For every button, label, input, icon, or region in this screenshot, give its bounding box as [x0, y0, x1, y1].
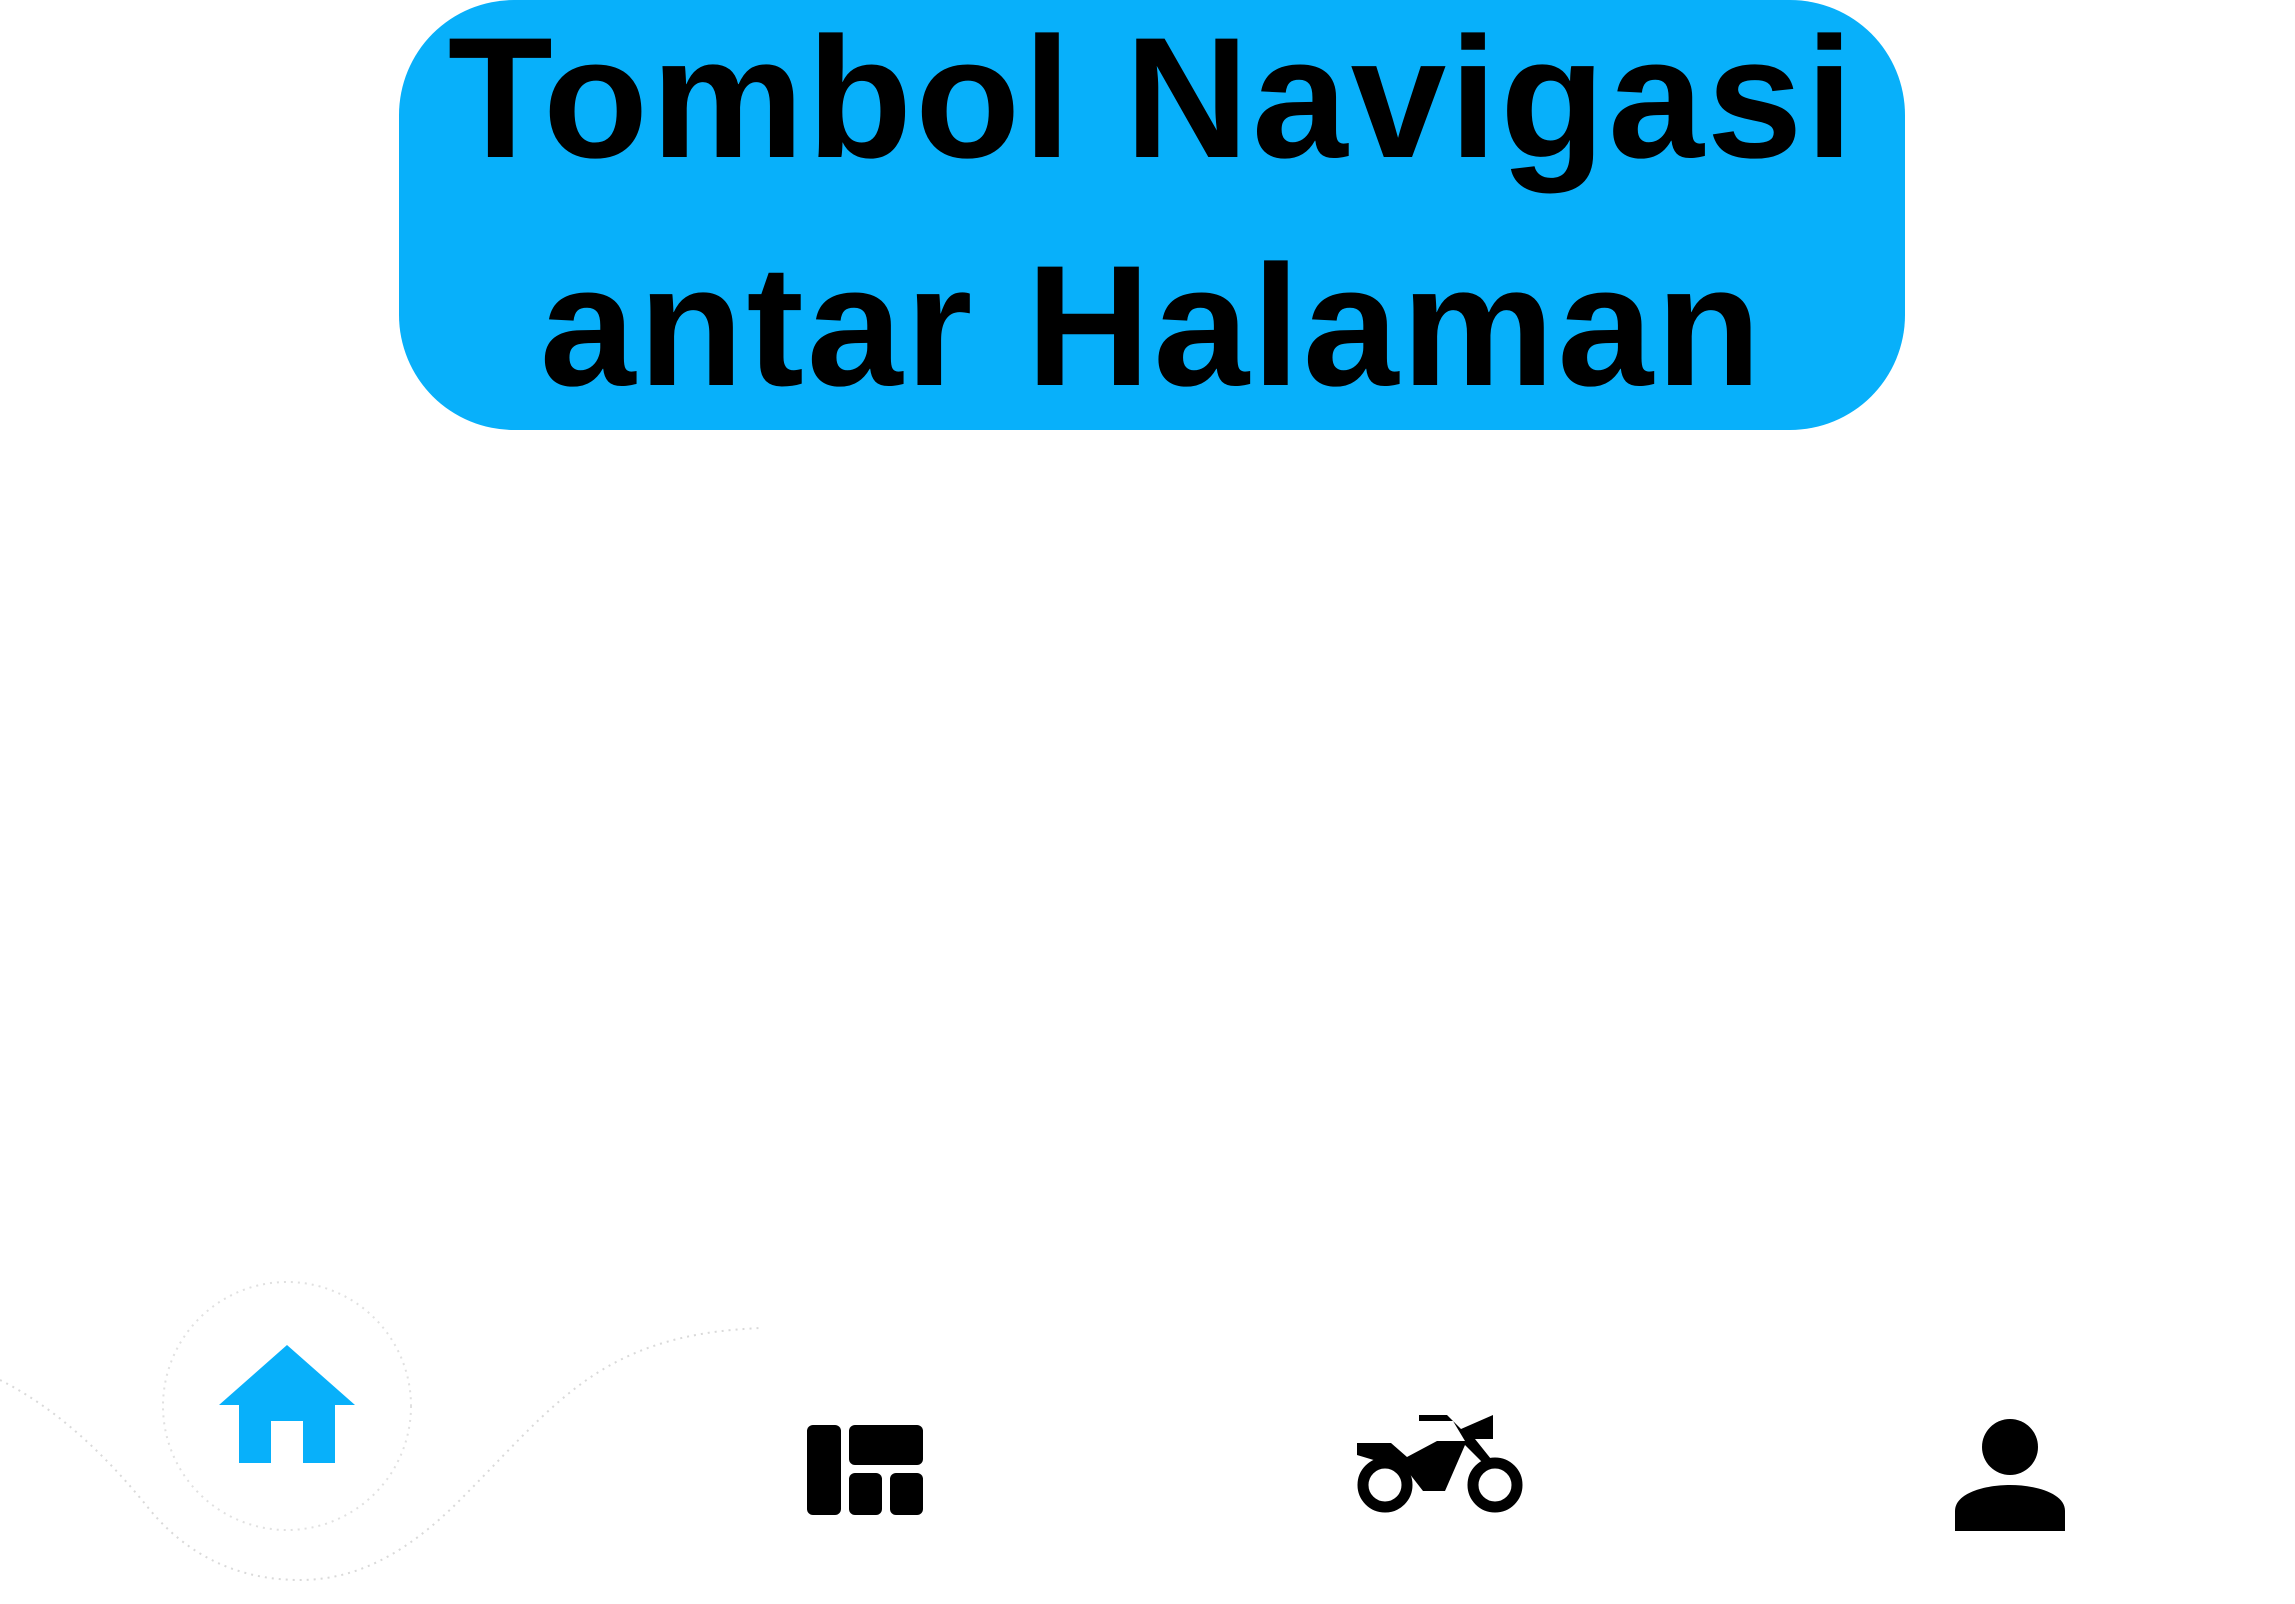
nav-item-home[interactable]: [207, 1330, 367, 1480]
home-icon: [219, 1345, 355, 1463]
nav-item-motorcycle[interactable]: [1345, 1400, 1535, 1530]
nav-item-profile[interactable]: [1945, 1410, 2075, 1540]
nav-item-dashboard[interactable]: [795, 1410, 935, 1530]
page: Tombol Navigasi antar Halaman: [0, 0, 2295, 1604]
bottom-navigation-bar: [0, 1250, 2295, 1604]
motorcycle-icon: [1357, 1415, 1523, 1513]
person-icon: [1955, 1419, 2065, 1531]
page-title: Tombol Navigasi antar Halaman: [447, 2, 1857, 422]
dashboard-icon: [807, 1425, 923, 1515]
title-banner: Tombol Navigasi antar Halaman: [399, 0, 1905, 430]
